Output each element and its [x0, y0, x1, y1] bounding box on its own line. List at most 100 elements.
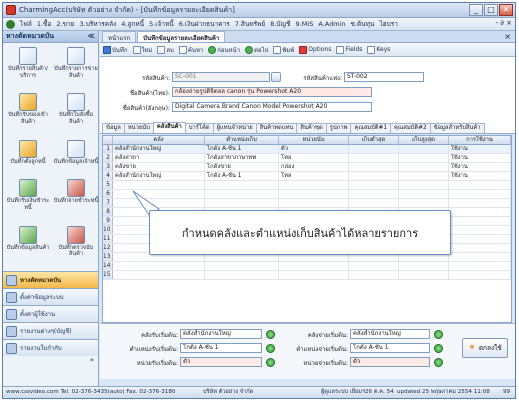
table-cell[interactable]	[205, 271, 279, 279]
menu-buy[interactable]: 1.ซื้อ	[37, 19, 52, 29]
menu-assets[interactable]: 7.สินทรัพย์	[235, 19, 265, 29]
table-cell[interactable]	[349, 145, 399, 153]
section-reports[interactable]: รายงานต่างๆ(บัญชี)	[3, 322, 98, 339]
table-cell[interactable]	[113, 271, 205, 279]
menu-accounting[interactable]: 8.บัญชี	[270, 19, 290, 29]
table-cell[interactable]: ใช้งาน	[449, 163, 511, 171]
name-th-input[interactable]: กล้องถ่ายรูปดิจิตอล canon รุ่น Powershot…	[172, 87, 372, 97]
table-cell[interactable]	[399, 262, 449, 270]
menu-sell[interactable]: 2.ขาย	[56, 19, 74, 29]
table-cell[interactable]: โกดัง A-ชั้น 1	[205, 172, 279, 180]
table-cell[interactable]	[349, 271, 399, 279]
delete-button[interactable]: ลบ	[157, 45, 174, 55]
section-system-settings[interactable]: ตั้งค่าข้อมูลระบบ	[3, 288, 98, 305]
close-button[interactable]: ✕	[499, 4, 513, 16]
tab-units[interactable]: หน่วยนับ	[123, 123, 154, 133]
table-row[interactable]: 4 คลังสำนักงานใหญ่ โกดัง A-ชั้น 1 โหล ใช้งาน	[103, 172, 511, 181]
table-cell[interactable]: คลังสำนักงานใหญ่	[113, 145, 205, 153]
save-button[interactable]: บันทึก	[103, 45, 128, 55]
shortcut-tile[interactable]: บันทึกใบสั่งซื้อสินค้า	[53, 93, 99, 136]
table-cell[interactable]	[349, 262, 399, 270]
table-cell[interactable]	[279, 190, 349, 198]
menu-payable[interactable]: 5.เจ้าหนี้	[149, 19, 174, 29]
search-button[interactable]: ค้นหา	[178, 45, 203, 55]
shortcut-tile[interactable]: บันทึกรับเงินชำระหนี้	[5, 179, 51, 222]
print-button[interactable]: พิมพ์	[273, 45, 294, 55]
table-cell[interactable]	[349, 190, 399, 198]
table-cell[interactable]: โกดังสาขาภาษาทพ	[205, 154, 279, 162]
table-cell[interactable]	[449, 190, 511, 198]
options-button[interactable]: Options	[299, 45, 331, 54]
apply-button[interactable]: ✶ ตกลงใช้	[462, 338, 508, 358]
table-cell[interactable]	[449, 208, 511, 216]
table-row[interactable]: 14	[103, 262, 511, 271]
maximize-button[interactable]: □	[484, 4, 498, 16]
recv-warehouse-input[interactable]: คลังสำนักงานใหญ่	[180, 329, 262, 339]
table-cell[interactable]	[279, 271, 349, 279]
new-button[interactable]: ใหม่	[132, 45, 152, 55]
table-cell[interactable]	[449, 235, 511, 243]
tab-product-detail[interactable]: บันทึกข้อมูลรายละเอียดสินค้า	[137, 31, 226, 42]
table-cell[interactable]	[349, 163, 399, 171]
tab-product-set[interactable]: สินค้าชุด	[296, 123, 327, 133]
table-row[interactable]: 5	[103, 181, 511, 190]
keys-button[interactable]: Keys	[367, 45, 390, 54]
shortcut-tile[interactable]: บันทึกจ่ายชำระหนี้	[53, 179, 99, 222]
lookup-icon[interactable]	[266, 330, 275, 339]
table-cell[interactable]	[449, 226, 511, 234]
table-cell[interactable]: ตัว	[279, 145, 349, 153]
extra-code-input[interactable]: ST-002	[344, 72, 424, 82]
tab-barcode[interactable]: บาร์โค้ด	[184, 123, 214, 133]
mdi-controls[interactable]: - ∂ ×	[496, 19, 512, 27]
table-cell[interactable]	[279, 181, 349, 189]
table-cell[interactable]	[113, 262, 205, 270]
table-cell[interactable]	[449, 244, 511, 252]
lookup-icon[interactable]	[271, 72, 281, 82]
menu-inventory[interactable]: 3.บริหารคลัง	[80, 19, 117, 29]
table-cell[interactable]: กล่อง	[279, 163, 349, 171]
grid-col-header[interactable]: เก็บสูงสุด	[399, 136, 449, 144]
menu-receivable[interactable]: 4.ลูกหนี้	[121, 19, 144, 29]
table-cell[interactable]	[349, 199, 399, 207]
shortcut-tile[interactable]: บันทึกข้อมูลเจ้าหนี้	[53, 139, 99, 177]
shortcut-tile[interactable]: บันทึกรับของเข้าสินค้า	[5, 93, 51, 136]
table-cell[interactable]	[205, 181, 279, 189]
table-cell[interactable]	[399, 181, 449, 189]
tab-attributes-2[interactable]: คุณสมบัติ#2	[390, 123, 431, 133]
name-en-input[interactable]: Digital Camera Brand Canon Model Powersh…	[172, 102, 372, 112]
lookup-icon[interactable]	[266, 344, 275, 353]
shortcut-tile[interactable]: บันทึกตรวจนับสินค้า	[53, 225, 99, 269]
shortcut-tile[interactable]: บันทึกรายการขายสินค้า	[53, 47, 99, 90]
tab-images[interactable]: รูปภาพ	[325, 123, 352, 133]
table-cell[interactable]	[113, 181, 205, 189]
menu-bank[interactable]: 6.เงินฝากธนาคาร	[179, 19, 230, 29]
table-cell[interactable]: คลังสาขา	[113, 154, 205, 162]
table-cell[interactable]	[349, 181, 399, 189]
issue-location-input[interactable]: โกดัง A-ชั้น 1	[350, 343, 430, 353]
issue-warehouse-input[interactable]: คลังสำนักงานใหญ่	[350, 329, 430, 339]
table-cell[interactable]	[449, 253, 511, 261]
lookup-icon[interactable]	[434, 344, 443, 353]
table-cell[interactable]	[349, 154, 399, 162]
tab-distributors[interactable]: ผู้แทนจำหน่าย	[212, 123, 257, 133]
table-cell[interactable]	[399, 145, 449, 153]
close-tab-icon[interactable]: ×	[504, 32, 511, 41]
prev-button[interactable]: ก่อนหน้า	[208, 45, 240, 55]
table-cell[interactable]: โหล	[279, 154, 349, 162]
menu-admin[interactable]: A.Admin	[318, 20, 345, 28]
table-cell[interactable]	[449, 181, 511, 189]
table-cell[interactable]	[399, 271, 449, 279]
collapse-icon[interactable]: ≪	[88, 32, 95, 40]
lookup-icon[interactable]	[266, 358, 275, 367]
table-cell[interactable]	[449, 271, 511, 279]
issue-unit-input[interactable]: ตัว	[350, 357, 430, 367]
table-row[interactable]: 2 คลังสาขา โกดังสาขาภาษาทพ โหล ใช้งาน	[103, 154, 511, 163]
tab-info[interactable]: ข้อมูล	[102, 123, 125, 133]
table-cell[interactable]	[279, 199, 349, 207]
lookup-icon[interactable]	[434, 330, 443, 339]
menu-mis[interactable]: 9.MIS	[295, 20, 313, 28]
shortcut-tile[interactable]: บันทึกรายสินค้า/บริการ	[5, 47, 51, 90]
section-invoice-reports[interactable]: รายงานใบกำกับ	[3, 339, 98, 356]
product-code-input[interactable]: SC-001	[172, 72, 270, 82]
grid-col-header[interactable]: ตำแหน่งเก็บ	[205, 136, 279, 144]
